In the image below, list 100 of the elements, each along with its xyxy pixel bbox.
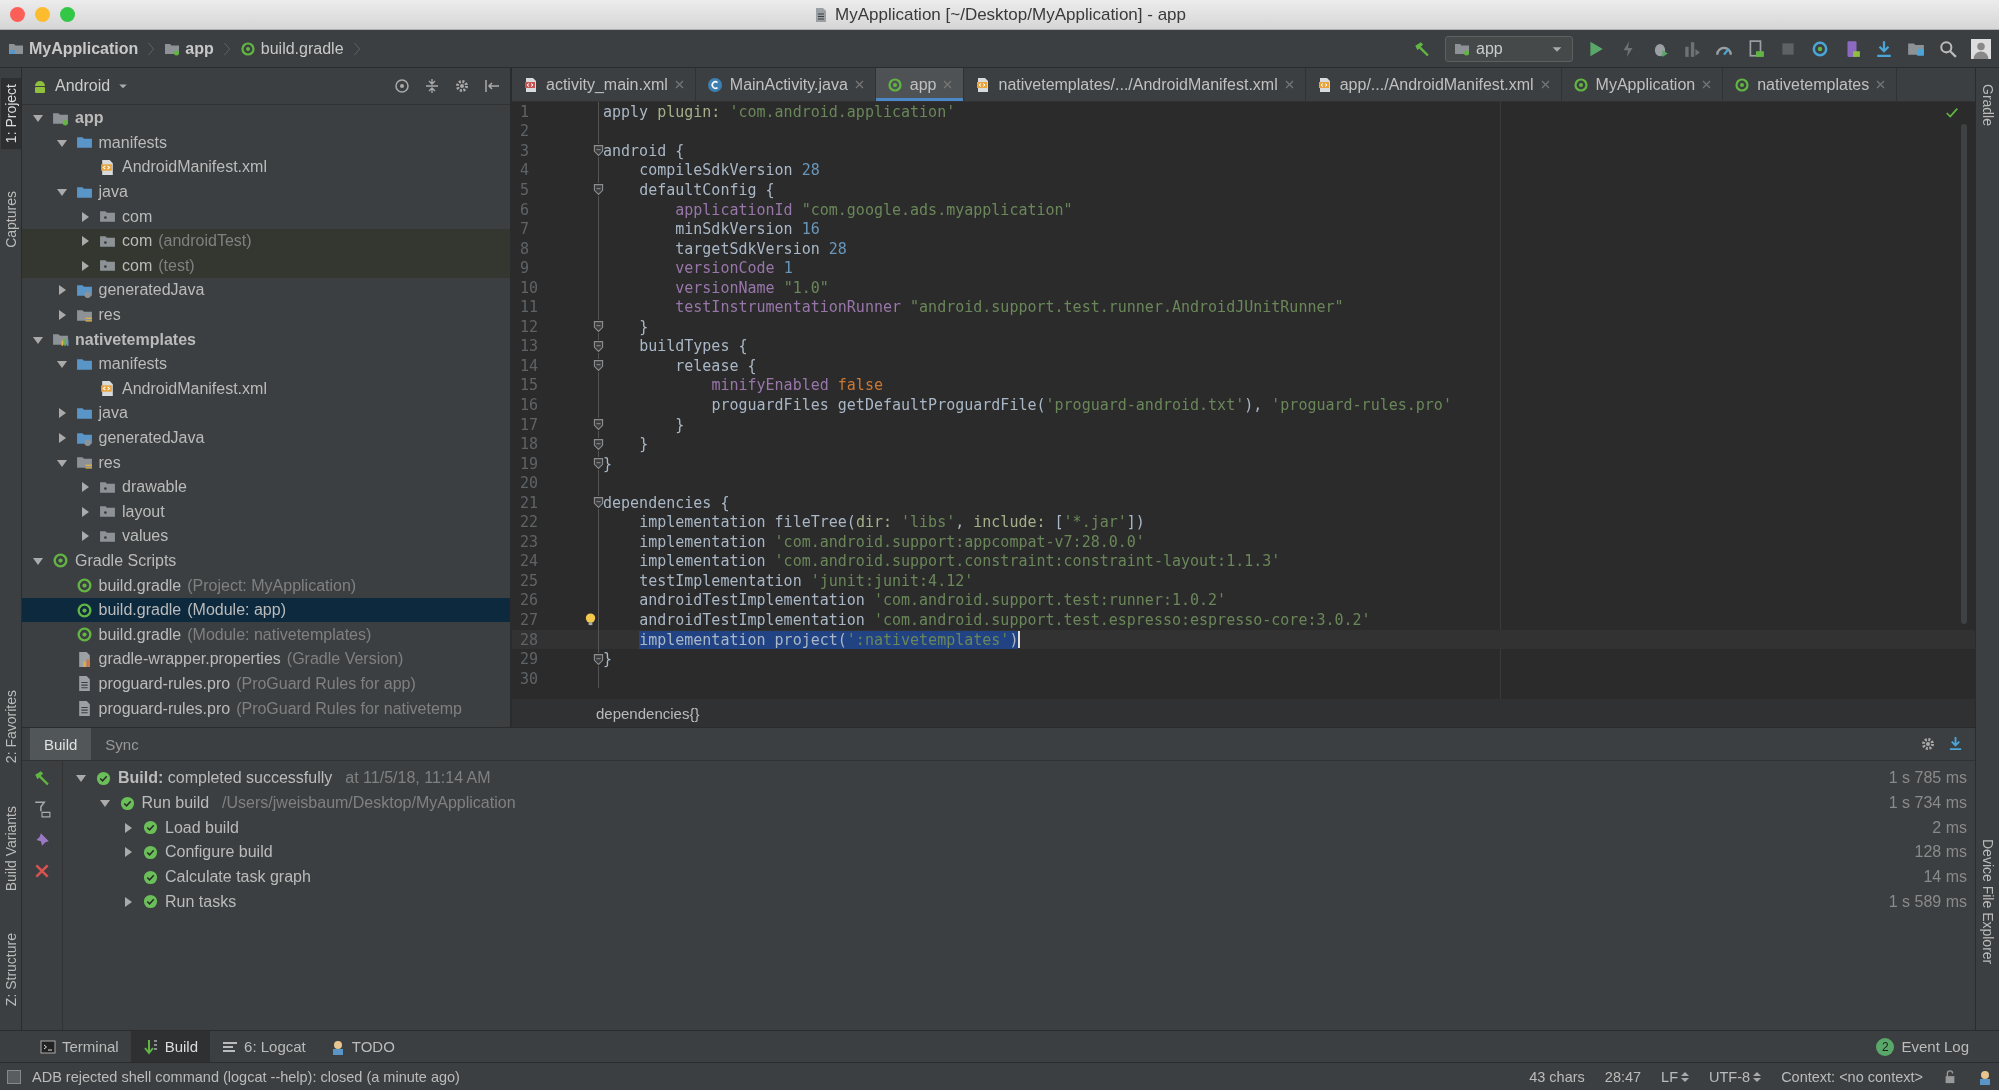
- build-step[interactable]: Configure build: [165, 843, 273, 862]
- close-icon[interactable]: [674, 80, 684, 89]
- tree-item[interactable]: java: [22, 179, 510, 205]
- fold-icon[interactable]: [592, 457, 605, 471]
- expand-arrow-icon[interactable]: [122, 895, 134, 908]
- build-step[interactable]: Calculate task graph: [165, 868, 311, 887]
- tree-item[interactable]: proguard-rules.pro (ProGuard Rules for nativetemp: [22, 696, 510, 721]
- sync-icon[interactable]: [1811, 39, 1829, 58]
- hammer-icon[interactable]: [1413, 39, 1431, 58]
- panel-tab[interactable]: Sync: [91, 728, 153, 760]
- tree-item[interactable]: nativetemplates: [22, 327, 510, 352]
- editor-tab[interactable]: MainActivity.java: [695, 68, 876, 101]
- close-icon[interactable]: [854, 80, 864, 89]
- tree-item[interactable]: build.gradle (Module: nativetemplates): [22, 622, 510, 648]
- fold-icon[interactable]: [592, 652, 605, 666]
- close-icon[interactable]: [33, 862, 51, 880]
- fold-icon[interactable]: [592, 320, 605, 334]
- bar-chart-icon[interactable]: [1683, 39, 1701, 58]
- tree-item[interactable]: build.gradle (Module: app): [22, 597, 510, 623]
- expand-arrow-icon[interactable]: [79, 481, 91, 494]
- tree-item[interactable]: res: [22, 450, 510, 475]
- code-breadcrumb[interactable]: dependencies{}: [596, 705, 700, 722]
- close-button[interactable]: [10, 7, 25, 22]
- breadcrumb-item[interactable]: build.gradle: [239, 39, 344, 58]
- avatar-icon[interactable]: [1971, 38, 1991, 59]
- fold-icon[interactable]: [592, 496, 605, 510]
- tree-item[interactable]: manifests: [22, 130, 510, 156]
- scrollbar[interactable]: [1961, 124, 1967, 624]
- editor-tab[interactable]: nativetemplates/.../AndroidManifest.xml: [964, 68, 1306, 101]
- build-step[interactable]: Build: completed successfully: [118, 769, 333, 788]
- tree-item[interactable]: gradle-wrapper.properties (Gradle Version): [22, 647, 510, 672]
- tree-item[interactable]: Gradle Scripts: [22, 548, 510, 574]
- tree-item[interactable]: values: [22, 524, 510, 549]
- tool-window-tab[interactable]: Build Variants: [0, 799, 21, 897]
- fold-icon[interactable]: [592, 144, 605, 158]
- view-dropdown[interactable]: Android: [32, 77, 130, 95]
- run-configuration-dropdown[interactable]: app: [1445, 35, 1573, 62]
- tree-item[interactable]: com: [22, 204, 510, 229]
- close-icon[interactable]: [1876, 80, 1886, 89]
- panel-tab[interactable]: Build: [30, 728, 92, 760]
- tool-window-tab[interactable]: Z: Structure: [0, 926, 21, 1012]
- editor-tab[interactable]: MyApplication: [1561, 68, 1724, 101]
- hide-icon[interactable]: [484, 78, 500, 94]
- hammer-icon[interactable]: [33, 769, 51, 787]
- tree-item[interactable]: proguard-rules.pro (ProGuard Rules for app): [22, 671, 510, 697]
- close-icon[interactable]: [1702, 80, 1712, 89]
- tool-window-button[interactable]: Terminal: [28, 1031, 131, 1062]
- build-step[interactable]: Run build: [141, 794, 210, 813]
- build-step[interactable]: Load build: [165, 818, 239, 837]
- event-log-button[interactable]: 2 Event Log: [1876, 1037, 1969, 1056]
- expand-arrow-icon[interactable]: [122, 821, 134, 834]
- expand-arrow-icon[interactable]: [79, 235, 91, 248]
- tool-window-tab[interactable]: Gradle: [1977, 78, 1998, 133]
- tool-window-button[interactable]: TODO: [317, 1031, 407, 1062]
- fold-icon[interactable]: [592, 183, 605, 197]
- status-dropdown[interactable]: UTF-8: [1709, 1068, 1762, 1085]
- square-icon[interactable]: [6, 1068, 22, 1085]
- editor-tab[interactable]: activity_main.xml: [512, 68, 696, 101]
- search-icon[interactable]: [1939, 39, 1957, 58]
- breadcrumb-item[interactable]: app: [164, 39, 214, 58]
- expand-arrow-icon[interactable]: [79, 210, 91, 223]
- tree-item[interactable]: manifests: [22, 351, 510, 377]
- tree-item[interactable]: generatedJava: [22, 278, 510, 303]
- breadcrumb-item[interactable]: MyApplication: [8, 39, 139, 58]
- tree-item[interactable]: layout: [22, 499, 510, 525]
- settings-icon[interactable]: [1920, 736, 1936, 752]
- fold-icon[interactable]: [592, 339, 605, 353]
- editor-tab[interactable]: nativetemplates: [1723, 68, 1898, 101]
- tool-window-button[interactable]: 6: Logcat: [210, 1031, 318, 1062]
- tree-item[interactable]: drawable: [22, 474, 510, 500]
- tool-window-tab[interactable]: Device File Explorer: [1977, 832, 1998, 970]
- expand-arrow-icon[interactable]: [79, 505, 91, 518]
- tool-window-tab[interactable]: Captures: [0, 185, 21, 254]
- close-icon[interactable]: [1284, 80, 1294, 89]
- editor-tab[interactable]: app/.../AndroidManifest.xml: [1305, 68, 1562, 101]
- build-step[interactable]: Run tasks: [165, 892, 237, 911]
- person-icon[interactable]: [1977, 1068, 1993, 1085]
- target-icon[interactable]: [394, 78, 410, 94]
- expand-arrow-icon[interactable]: [79, 530, 91, 543]
- expand-arrow-icon[interactable]: [79, 259, 91, 272]
- tool-window-tab[interactable]: 2: Favorites: [0, 684, 21, 770]
- fold-icon[interactable]: [592, 437, 605, 451]
- tree-item[interactable]: app: [22, 106, 510, 131]
- expand-arrow-icon[interactable]: [32, 555, 44, 567]
- tree-item[interactable]: com (androidTest): [22, 228, 510, 254]
- collapse-icon[interactable]: [424, 78, 440, 94]
- download-icon[interactable]: [1875, 39, 1893, 58]
- tree-item[interactable]: com (test): [22, 253, 510, 279]
- tree-item[interactable]: build.gradle (Project: MyApplication): [22, 573, 510, 598]
- filter-icon[interactable]: [33, 800, 51, 818]
- play-icon[interactable]: [1587, 39, 1605, 58]
- close-icon[interactable]: [1540, 80, 1550, 89]
- lock-icon[interactable]: [1943, 1069, 1957, 1084]
- download-icon[interactable]: [1948, 736, 1963, 751]
- tool-window-tab[interactable]: 1: Project: [0, 78, 21, 150]
- tree-item[interactable]: res: [22, 302, 510, 328]
- status-dropdown[interactable]: LF: [1661, 1068, 1690, 1085]
- tool-window-button[interactable]: Build: [130, 1031, 211, 1062]
- tree-item[interactable]: java: [22, 401, 510, 426]
- settings-icon[interactable]: [454, 78, 470, 94]
